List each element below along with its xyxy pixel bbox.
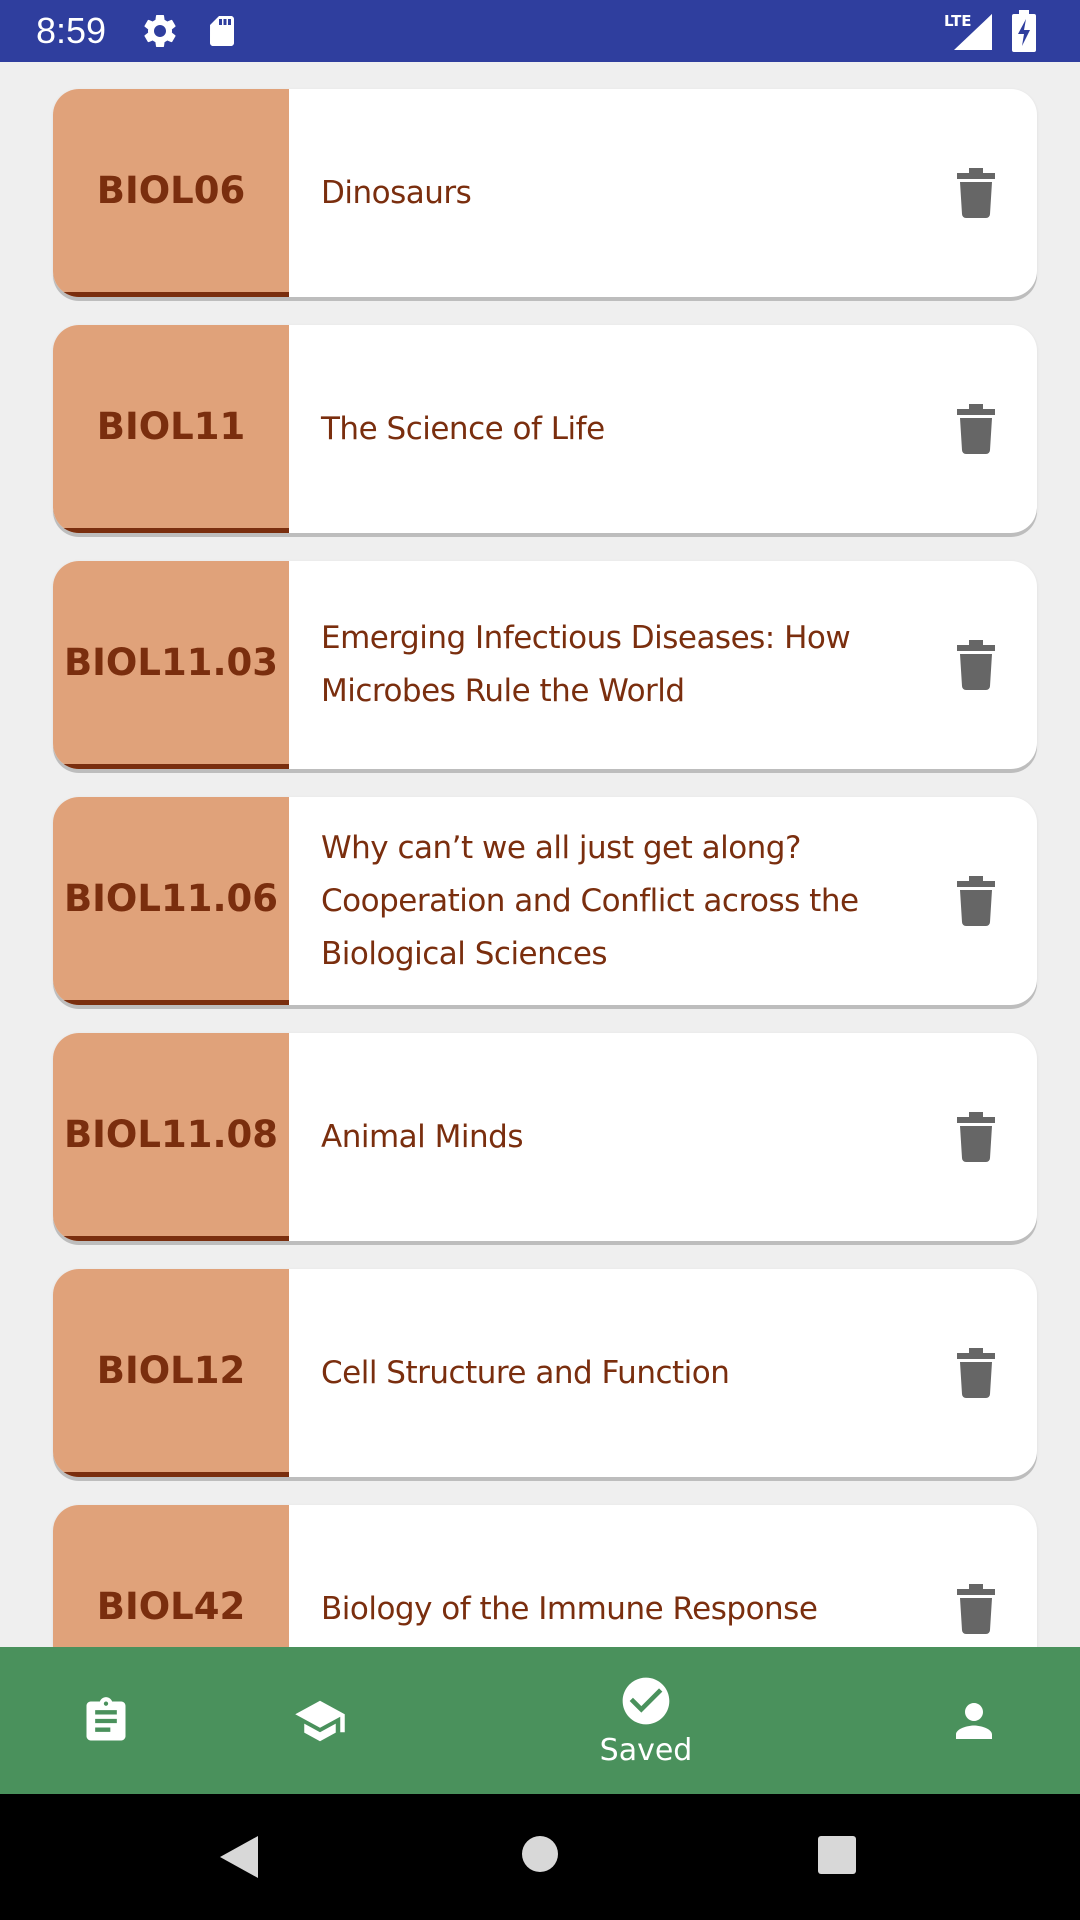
trash-icon: [957, 168, 995, 218]
status-time: 8:59: [36, 10, 107, 51]
nav-assignments[interactable]: [56, 1647, 156, 1794]
graduation-cap-icon: [295, 1700, 345, 1741]
delete-button[interactable]: [949, 1581, 1003, 1637]
course-title: Emerging Infectious Diseases: How Microb…: [321, 620, 851, 709]
course-code: BIOL11.08: [53, 1033, 289, 1241]
course-card[interactable]: BIOL11 The Science of Life: [53, 325, 1037, 533]
back-button[interactable]: [218, 1834, 260, 1885]
trash-icon: [957, 1348, 995, 1398]
course-card[interactable]: BIOL42 Biology of the Immune Response: [53, 1505, 1037, 1647]
system-navigation-bar: [0, 1794, 1080, 1920]
saved-courses-list[interactable]: BIOL06 Dinosaurs BIOL11 The Science of L…: [0, 62, 1080, 1647]
back-triangle-icon: [220, 1836, 258, 1878]
nav-saved[interactable]: Saved: [586, 1647, 706, 1794]
network-label: LTE: [944, 12, 972, 30]
gear-icon: [140, 11, 180, 56]
course-code: BIOL11: [53, 325, 289, 533]
nav-courses[interactable]: [270, 1647, 370, 1794]
person-icon: [956, 1702, 992, 1739]
course-title: Cell Structure and Function: [321, 1354, 730, 1391]
trash-icon: [957, 876, 995, 926]
course-title: Biology of the Immune Response: [321, 1590, 818, 1627]
trash-icon: [957, 1584, 995, 1634]
course-code: BIOL11.03: [53, 561, 289, 769]
recents-button[interactable]: [817, 1835, 857, 1880]
bottom-navigation: Saved: [0, 1647, 1080, 1794]
status-bar: 8:59 LTE: [0, 0, 1080, 62]
delete-button[interactable]: [949, 1345, 1003, 1401]
course-title: Dinosaurs: [321, 174, 472, 211]
delete-button[interactable]: [949, 1109, 1003, 1165]
delete-button[interactable]: [949, 873, 1003, 929]
course-card[interactable]: BIOL11.03 Emerging Infectious Diseases: …: [53, 561, 1037, 769]
home-button[interactable]: [521, 1835, 559, 1878]
trash-icon: [957, 404, 995, 454]
signal-icon: LTE: [944, 10, 994, 57]
course-code: BIOL06: [53, 89, 289, 297]
delete-button[interactable]: [949, 165, 1003, 221]
trash-icon: [957, 640, 995, 690]
clipboard-icon: [86, 1696, 126, 1740]
course-title: The Science of Life: [321, 410, 605, 447]
trash-icon: [957, 1112, 995, 1162]
recents-square-icon: [818, 1836, 856, 1874]
sd-card-icon: [204, 11, 240, 56]
nav-saved-label: Saved: [599, 1733, 693, 1768]
battery-charging-icon: [1010, 10, 1038, 57]
course-card[interactable]: BIOL11.08 Animal Minds: [53, 1033, 1037, 1241]
course-title: Animal Minds: [321, 1118, 523, 1155]
course-code: BIOL11.06: [53, 797, 289, 1005]
course-card[interactable]: BIOL12 Cell Structure and Function: [53, 1269, 1037, 1477]
check-circle-icon: [622, 1677, 670, 1725]
course-code: BIOL12: [53, 1269, 289, 1477]
course-code: BIOL42: [53, 1505, 289, 1647]
course-title: Why can’t we all just get along? Coopera…: [321, 829, 859, 972]
home-circle-icon: [522, 1836, 558, 1872]
course-card[interactable]: BIOL11.06 Why can’t we all just get alon…: [53, 797, 1037, 1005]
delete-button[interactable]: [949, 401, 1003, 457]
nav-profile[interactable]: [924, 1647, 1024, 1794]
delete-button[interactable]: [949, 637, 1003, 693]
course-card[interactable]: BIOL06 Dinosaurs: [53, 89, 1037, 297]
